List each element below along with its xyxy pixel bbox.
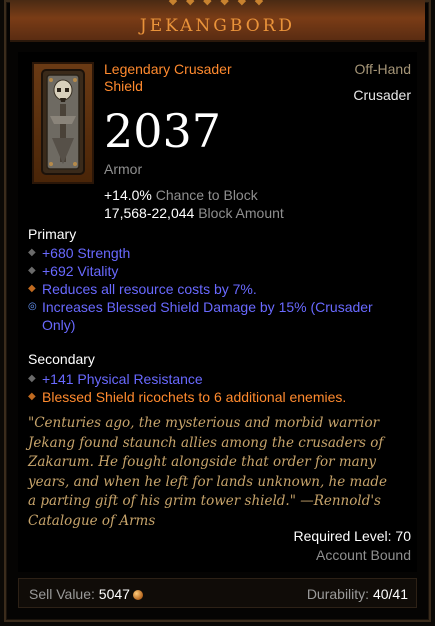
affix-text: Blessed Shield ricochets to 6 additional… <box>42 389 347 405</box>
affix-vitality: ◆ +692 Vitality <box>28 262 408 280</box>
tooltip-body: Legendary Crusader Shield Off-Hand Crusa… <box>18 52 417 572</box>
primary-title: Primary <box>28 226 77 242</box>
item-portrait <box>32 62 94 184</box>
gold-coin-icon <box>132 590 143 600</box>
block-chance-value: +14.0% <box>104 187 152 203</box>
tooltip-header: ◆ ◆ ◆ ◆ ◆ ◆ JEKANGBORD <box>10 0 425 42</box>
block-amount: 17,568-22,044 Block Amount <box>104 205 284 221</box>
grey-diamond-icon: ◆ <box>28 373 36 384</box>
affix-ricochet: ◆ Blessed Shield ricochets to 6 addition… <box>28 388 408 406</box>
affix-text: +680 Strength <box>42 245 131 261</box>
item-title: JEKANGBORD <box>139 16 296 36</box>
blue-swirl-icon: ◎ <box>28 301 37 312</box>
affix-strength: ◆ +680 Strength <box>28 244 408 262</box>
affix-blessed-shield-damage: ◎ Increases Blessed Shield Damage by 15%… <box>28 298 408 334</box>
flavor-text: "Centuries ago, the mysterious and morbi… <box>28 415 387 529</box>
armor-label: Armor <box>104 161 143 177</box>
grey-diamond-icon: ◆ <box>28 247 36 258</box>
header-ornament: ◆ ◆ ◆ ◆ ◆ ◆ <box>168 0 267 7</box>
affix-physical-resistance: ◆ +141 Physical Resistance <box>28 370 408 388</box>
orange-diamond-icon: ◆ <box>28 391 36 402</box>
durability: Durability: 40/41 <box>307 586 408 602</box>
affix-text: +692 Vitality <box>42 263 119 279</box>
block-amount-label: Block Amount <box>198 205 284 221</box>
sell-label: Sell Value: <box>29 586 95 602</box>
block-chance-label: Chance to Block <box>155 187 258 203</box>
required-level: Required Level: 70 <box>293 528 411 544</box>
account-bound: Account Bound <box>316 547 411 563</box>
grey-diamond-icon: ◆ <box>28 265 36 276</box>
durability-label: Durability: <box>306 586 370 602</box>
tower-shield-skull-icon <box>41 69 85 175</box>
item-slot: Off-Hand <box>354 61 411 77</box>
armor-value: 2037 <box>104 104 222 158</box>
block-chance: +14.0% Chance to Block <box>104 187 258 203</box>
sell-amount: 5047 <box>98 586 130 602</box>
affix-text: Reduces all resource costs by 7%. <box>42 281 257 297</box>
block-amount-value: 17,568-22,044 <box>104 205 195 221</box>
item-class: Crusader <box>353 87 411 103</box>
item-type: Legendary Crusader Shield <box>104 61 232 94</box>
affix-text: Increases Blessed Shield Damage by 15% (… <box>42 299 373 333</box>
affix-resource-cost: ◆ Reduces all resource costs by 7%. <box>28 280 408 298</box>
tooltip-footer: Sell Value: 5047 Durability: 40/41 <box>18 578 417 608</box>
affix-text: +141 Physical Resistance <box>42 371 203 387</box>
durability-value: 40/41 <box>372 586 408 602</box>
orange-diamond-icon: ◆ <box>28 283 36 294</box>
sell-value: Sell Value: 5047 <box>29 586 143 602</box>
secondary-title: Secondary <box>28 351 95 367</box>
